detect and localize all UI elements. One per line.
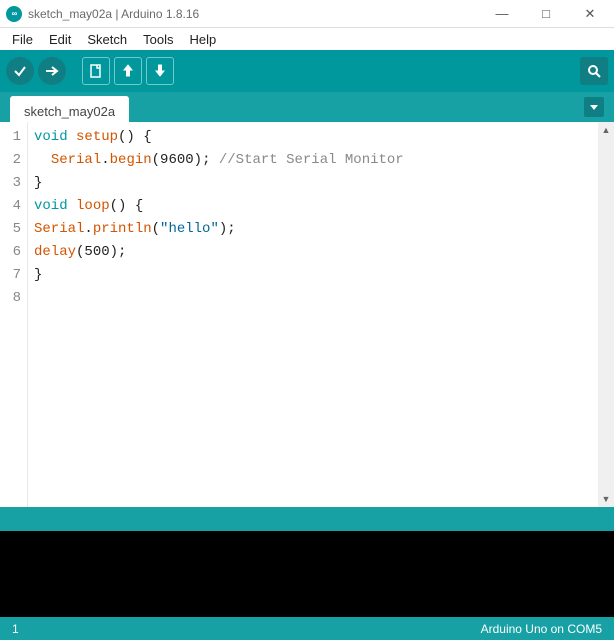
menu-tools[interactable]: Tools — [135, 30, 181, 49]
scroll-down-arrow[interactable]: ▼ — [598, 491, 614, 507]
menu-edit[interactable]: Edit — [41, 30, 79, 49]
maximize-button[interactable]: □ — [524, 0, 568, 28]
save-sketch-button[interactable] — [146, 57, 174, 85]
code-content[interactable]: void setup() { Serial.begin(9600); //Sta… — [28, 122, 598, 507]
sketch-tab[interactable]: sketch_may02a — [10, 96, 129, 122]
code-line[interactable]: } — [34, 264, 592, 287]
footer-board-info: Arduino Uno on COM5 — [481, 622, 602, 636]
code-line[interactable]: } — [34, 172, 592, 195]
upload-button[interactable] — [38, 57, 66, 85]
code-line[interactable]: void loop() { — [34, 195, 592, 218]
sketch-tab-label: sketch_may02a — [24, 104, 115, 119]
minimize-button[interactable]: — — [480, 0, 524, 28]
arduino-app-icon: ∞ — [6, 6, 22, 22]
code-line[interactable]: delay(500); — [34, 241, 592, 264]
window-title: sketch_may02a | Arduino 1.8.16 — [28, 7, 480, 21]
status-bar — [0, 507, 614, 531]
toolbar — [0, 50, 614, 92]
line-number: 8 — [0, 287, 27, 310]
vertical-scrollbar[interactable]: ▲ ▼ — [598, 122, 614, 507]
titlebar: ∞ sketch_may02a | Arduino 1.8.16 — □ ✕ — [0, 0, 614, 28]
code-line[interactable]: void setup() { — [34, 126, 592, 149]
tab-menu-button[interactable] — [584, 97, 604, 117]
footer-bar: 1 Arduino Uno on COM5 — [0, 617, 614, 640]
line-number: 6 — [0, 241, 27, 264]
menubar: File Edit Sketch Tools Help — [0, 28, 614, 50]
line-gutter: 12345678 — [0, 122, 28, 507]
line-number: 5 — [0, 218, 27, 241]
code-line[interactable]: Serial.begin(9600); //Start Serial Monit… — [34, 149, 592, 172]
console-output[interactable] — [0, 531, 614, 617]
menu-help[interactable]: Help — [181, 30, 224, 49]
menu-file[interactable]: File — [4, 30, 41, 49]
close-button[interactable]: ✕ — [568, 0, 612, 28]
code-line[interactable]: Serial.println("hello"); — [34, 218, 592, 241]
line-number: 2 — [0, 149, 27, 172]
serial-monitor-button[interactable] — [580, 57, 608, 85]
verify-button[interactable] — [6, 57, 34, 85]
tab-bar: sketch_may02a — [0, 92, 614, 122]
new-sketch-button[interactable] — [82, 57, 110, 85]
line-number: 4 — [0, 195, 27, 218]
line-number: 7 — [0, 264, 27, 287]
scroll-up-arrow[interactable]: ▲ — [598, 122, 614, 138]
open-sketch-button[interactable] — [114, 57, 142, 85]
menu-sketch[interactable]: Sketch — [79, 30, 135, 49]
footer-line-number: 1 — [12, 622, 19, 636]
line-number: 3 — [0, 172, 27, 195]
line-number: 1 — [0, 126, 27, 149]
code-editor[interactable]: 12345678 void setup() { Serial.begin(960… — [0, 122, 614, 507]
